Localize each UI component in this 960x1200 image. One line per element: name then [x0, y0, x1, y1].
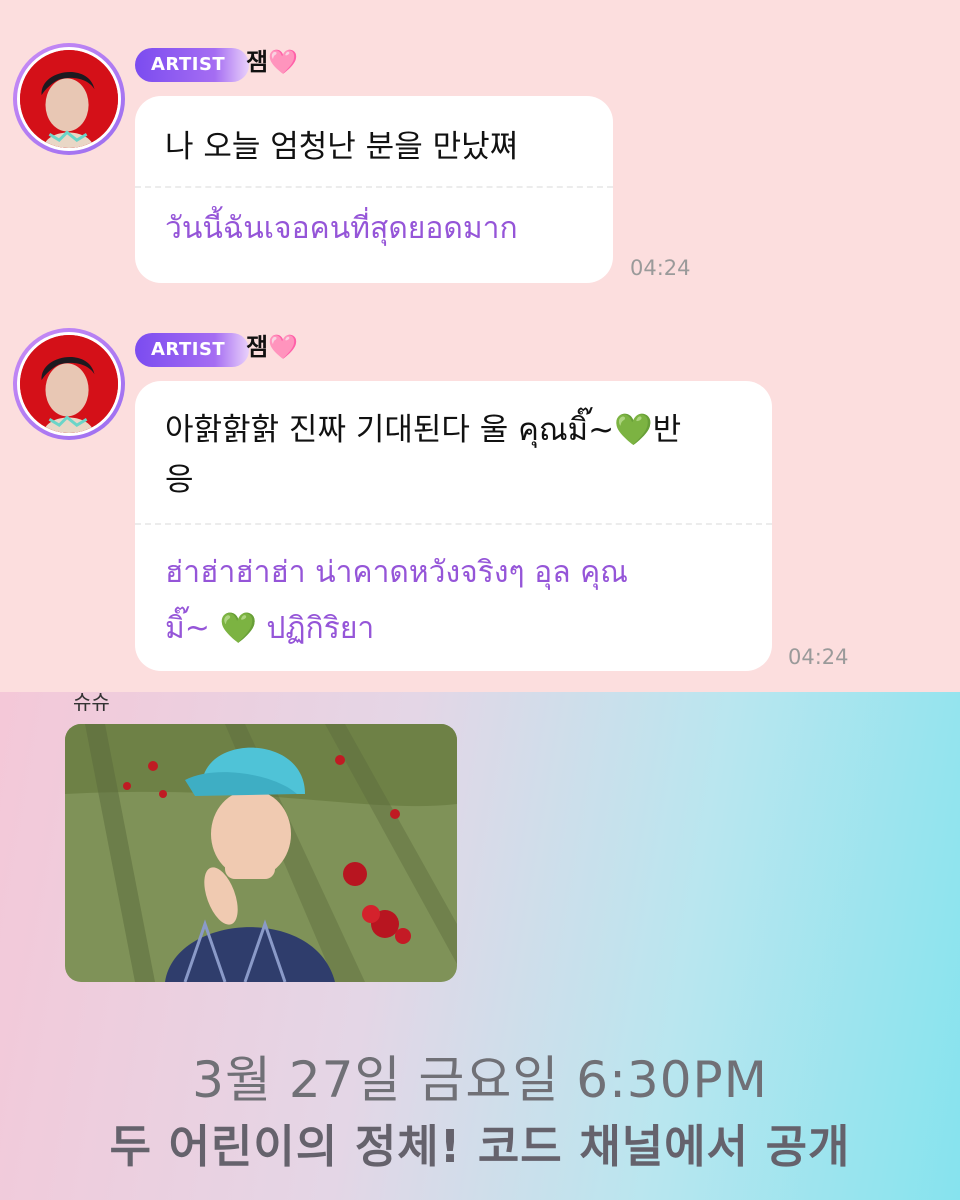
green-heart-icon: 💚 — [219, 611, 257, 646]
message-time: 04:24 — [788, 645, 849, 669]
date-text: 3월 27일 금요일 6:30PM — [192, 1051, 768, 1109]
green-heart-icon: 💚 — [614, 412, 653, 448]
message-translation-text: วันนี้ฉันเจอคนที่สุดยอดมาก — [165, 211, 518, 246]
title-text: 두 어린이의 정체! 코드 채널에서 공개 — [109, 1120, 851, 1173]
message-original-text: 아핡핡핡 진짜 기대된다 울 คุณมิ๊~💚반 응 — [165, 412, 682, 498]
artist-avatar[interactable] — [13, 43, 125, 155]
artist-avatar[interactable] — [13, 328, 125, 440]
pink-heart-icon: 🩷 — [268, 333, 298, 361]
message-translation-text: ฮ่าฮ่าฮ่าฮ่า น่าคาดหวังจริงๆ อุล คุณ มิ๊… — [165, 555, 629, 646]
artist-badge: ARTIST — [135, 48, 250, 82]
pink-heart-icon: 🩷 — [268, 48, 298, 76]
message-original-text: 나 오늘 엄청난 분을 만났쪄 — [165, 129, 519, 165]
artist-badge: ARTIST — [135, 333, 250, 367]
photo-author: 슈슈 — [73, 690, 110, 714]
sender-name: 잼🩷 — [246, 333, 298, 361]
child-photo[interactable] — [65, 724, 457, 982]
message-time: 04:24 — [630, 256, 691, 280]
sender-name: 잼🩷 — [246, 48, 298, 76]
message-bubble[interactable]: 나 오늘 엄청난 분을 만났쪄 วันนี้ฉันเจอคนที่สุดยอดม… — [135, 96, 613, 283]
message-bubble[interactable]: 아핡핡핡 진짜 기대된다 울 คุณมิ๊~💚반 응 ฮ่าฮ่าฮ่าฮ่า … — [135, 381, 772, 671]
promo-banner: 슈슈 3월 27일 금요일 6:30PM 두 어린이의 정체! 코드 채널에서 … — [0, 690, 960, 1200]
chat-area: ARTIST 잼🩷 나 오늘 엄청난 분을 만났쪄 วันนี้ฉันเจอคน… — [0, 0, 960, 692]
